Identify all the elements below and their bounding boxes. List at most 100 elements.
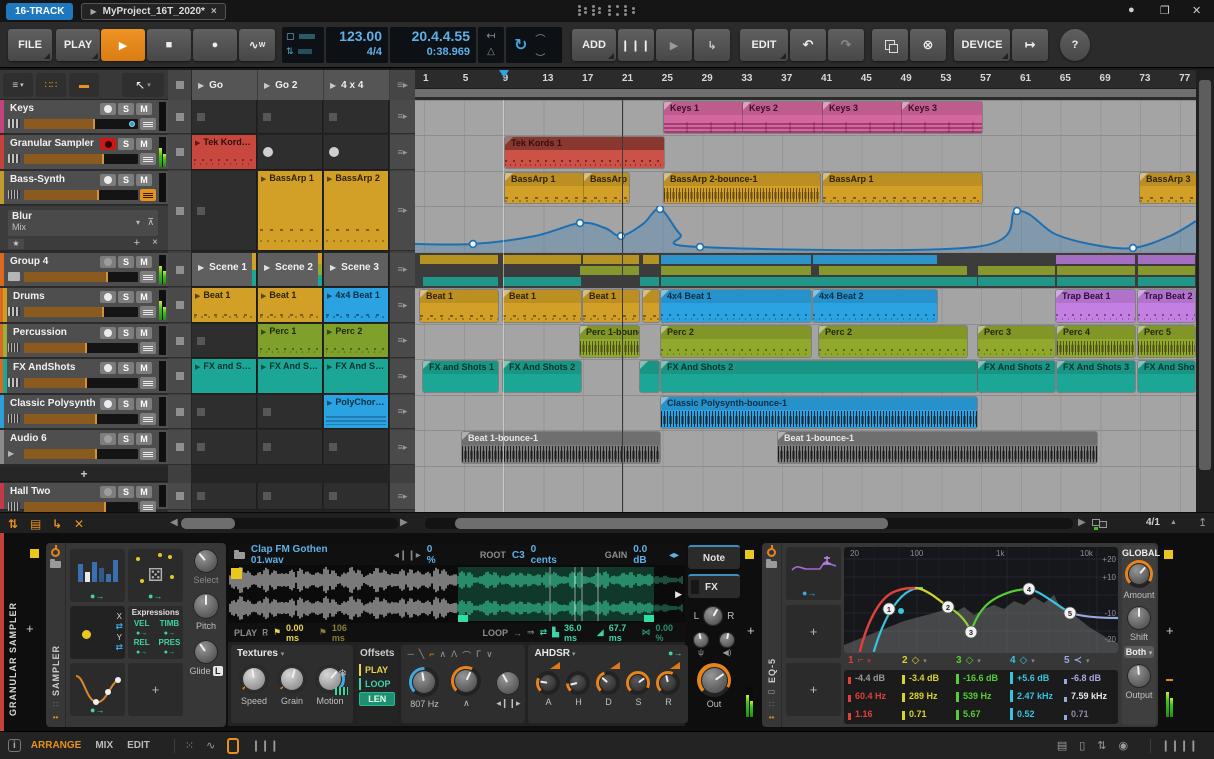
grid-resolution-value[interactable]: 4/1 — [1146, 517, 1160, 528]
eq-param-slider[interactable] — [848, 672, 851, 684]
view-mix[interactable]: MIX — [95, 740, 113, 751]
launcher-cell[interactable]: ▶ Tek Kords 1 — [192, 135, 257, 170]
track-scene-menu[interactable]: ≡▸ — [390, 253, 415, 287]
solo-button[interactable]: S — [118, 291, 134, 303]
track-row[interactable]: Group 4 SM — [0, 253, 168, 287]
stop-clips-icon[interactable]: ✕ — [74, 517, 84, 531]
launcher-cell[interactable] — [192, 483, 257, 510]
automation-target-box[interactable]: Blur Mix ▾ ⊼ — [8, 210, 158, 236]
sampler-preset-folder-icon[interactable] — [50, 559, 61, 568]
expression-rel[interactable]: REL ●→ — [131, 638, 153, 656]
restore-window-icon[interactable]: ❐ — [1160, 4, 1170, 17]
arranger-clip[interactable]: Beat 1-bounce-1 — [462, 432, 660, 463]
zoom-fit-icon[interactable]: ↥ — [1198, 516, 1207, 529]
expression-pres[interactable]: PRES ●→ — [159, 638, 181, 656]
launcher-clip[interactable]: ▶ Perc 1 — [258, 324, 322, 357]
add-device-end-button[interactable]: + — [1166, 623, 1174, 638]
volume-fader[interactable] — [24, 307, 138, 317]
volume-fader[interactable] — [24, 119, 138, 129]
pan-dot[interactable] — [129, 121, 135, 127]
file-button[interactable]: FILE — [8, 29, 52, 61]
arranger-clip[interactable]: Beat 1-bounce-1 — [778, 432, 1097, 463]
track-menu-button[interactable] — [140, 413, 156, 425]
volume-fader[interactable] — [24, 343, 138, 353]
track-row[interactable]: Audio 6 S M ▶ — [0, 430, 168, 465]
pitch-knob[interactable] — [193, 593, 219, 619]
volume-fader[interactable] — [24, 272, 138, 282]
solo-button[interactable]: S — [118, 362, 134, 374]
follow-down-icon[interactable]: ↳ — [52, 517, 62, 531]
root-note-value[interactable]: C3 — [512, 550, 525, 561]
sample-folder-icon[interactable] — [234, 549, 245, 559]
eq5-remote-icon[interactable]: •• — [769, 713, 775, 722]
offset-loop[interactable]: LOOP — [359, 678, 395, 690]
eq-freq-value[interactable]: 539 Hz — [963, 691, 992, 701]
arranger-clip[interactable]: Perc 2 — [661, 326, 811, 357]
launcher-cell[interactable] — [192, 100, 257, 134]
scene-go[interactable]: ▶ Go — [192, 70, 257, 100]
track-row[interactable]: FX AndShots S M — [0, 359, 168, 394]
play-button[interactable]: ▶ — [101, 29, 145, 61]
track-menu-button[interactable] — [140, 271, 156, 283]
add-modulator-button[interactable]: + — [128, 663, 183, 716]
detail-editor-icon[interactable]: ❙❙❙❙ — [1161, 739, 1198, 752]
add-button[interactable]: ADD — [572, 29, 616, 61]
tab-close-icon[interactable]: × — [211, 6, 217, 17]
solo-button[interactable]: S — [118, 398, 134, 410]
fx-chain-button[interactable]: FX — [688, 574, 740, 598]
sampler-power-icon[interactable] — [51, 548, 60, 557]
arranger-clip[interactable]: BassArp 1 — [823, 173, 982, 203]
scene-4x4[interactable]: ▶ 4 x 4 — [324, 70, 389, 100]
track-view-mode-icon[interactable]: ≡ ▾ — [3, 73, 33, 97]
eq5-device-label[interactable]: EQ-5 — [767, 572, 777, 683]
track-stop-button[interactable] — [168, 100, 191, 134]
amount-knob[interactable] — [1128, 563, 1150, 585]
eq-q-value[interactable]: 0.71 — [1071, 709, 1089, 719]
arm-button[interactable] — [100, 362, 116, 374]
launcher-cell[interactable] — [324, 483, 389, 510]
eq-gain-value[interactable]: +5.6 dB — [1017, 673, 1049, 683]
track-row[interactable]: Hall Two S M — [0, 483, 168, 512]
arranger-clip[interactable]: FX And Shots — [1138, 361, 1195, 392]
env-r-knob[interactable] — [659, 674, 678, 692]
solo-button[interactable]: S — [118, 138, 134, 150]
cue-controls[interactable]: ▢ ⇅ — [282, 27, 324, 63]
eq-q-value[interactable]: 5.67 — [963, 709, 981, 719]
device-button[interactable]: DEVICE — [954, 29, 1010, 61]
eq-freq-value[interactable]: 60.4 Hz — [855, 691, 886, 701]
filter-freq-value[interactable]: 807 Hz — [409, 699, 439, 709]
shift-knob[interactable] — [1127, 606, 1151, 630]
delete-icon[interactable]: ⊗ — [910, 29, 946, 61]
automation-write-button[interactable]: ∿ W — [239, 29, 275, 61]
launcher-clip[interactable]: ▶ Perc 2 — [324, 324, 388, 357]
record-button[interactable]: ● — [193, 29, 237, 61]
volume-fader[interactable] — [24, 190, 138, 200]
arranger-clip[interactable] — [643, 290, 659, 322]
eq-freq-value[interactable]: 7.59 kHz — [1071, 691, 1107, 701]
track-scene-menu[interactable]: ≡▸ — [390, 395, 415, 429]
track-stop-button[interactable] — [168, 430, 191, 465]
launcher-cell[interactable] — [192, 171, 257, 251]
eq5-power-icon[interactable] — [767, 548, 776, 557]
play-end-value[interactable]: 106 ms — [332, 623, 358, 643]
arranger-clip[interactable]: Keys 3 — [823, 102, 902, 133]
group-scene-clip[interactable]: ▶ Scene 2 — [258, 253, 322, 286]
eq-param-slider[interactable] — [956, 690, 959, 702]
env-d-knob[interactable] — [599, 674, 618, 692]
eq-band-1[interactable]: 1 ⌐ ▾ — [848, 655, 871, 666]
sampler-remote-icon[interactable]: •• — [53, 713, 59, 722]
loop-fade-value[interactable]: 0.00 % — [655, 623, 679, 643]
offset-len[interactable]: LEN — [359, 692, 396, 706]
mapping-panel-icon[interactable]: ⇅ — [1097, 739, 1106, 752]
arranger-clip[interactable]: Perc 5 — [1138, 326, 1195, 357]
loop-length-value[interactable]: 67.7 ms — [609, 623, 637, 643]
launcher-cell[interactable] — [192, 430, 257, 465]
steps-modulator[interactable]: ●→ — [70, 549, 125, 602]
eq-gain-value[interactable]: -4.4 dB — [855, 673, 885, 683]
eq-param-slider[interactable] — [956, 708, 959, 720]
launcher-cell[interactable] — [192, 324, 257, 358]
arranger-scrollbar-thumb[interactable] — [455, 518, 888, 529]
envelope-mod-arrow-icon[interactable]: ●→ — [668, 648, 682, 659]
launcher-cell[interactable]: ▶ BassArp 1 — [258, 171, 323, 251]
arranger-clip[interactable]: Keys 2 — [743, 102, 823, 133]
